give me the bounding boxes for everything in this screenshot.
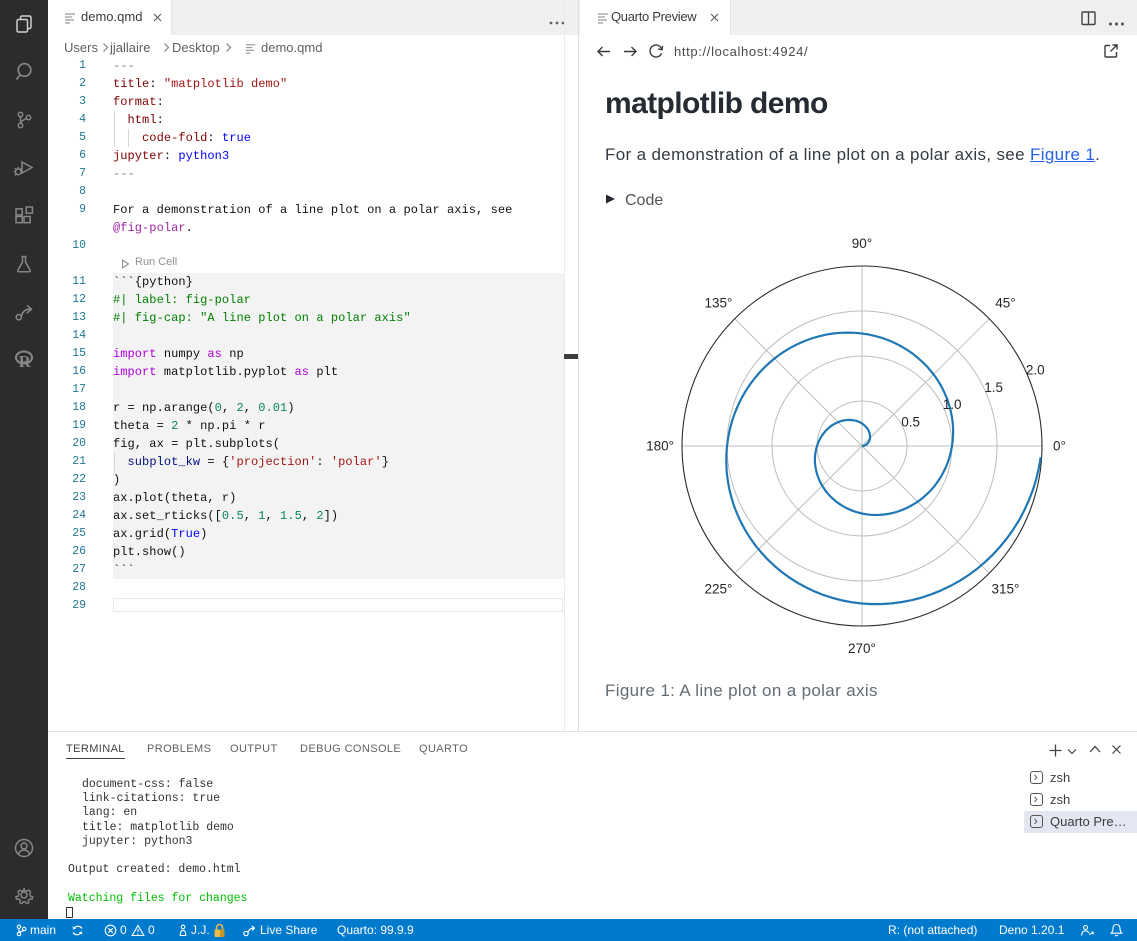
- svg-text:R: R: [19, 352, 32, 371]
- svg-text:315°: 315°: [992, 582, 1020, 597]
- svg-text:0°: 0°: [1053, 439, 1066, 454]
- svg-text:45°: 45°: [995, 296, 1015, 311]
- svg-text:225°: 225°: [705, 582, 733, 597]
- svg-text:90°: 90°: [852, 236, 872, 251]
- svg-text:2.0: 2.0: [1026, 363, 1045, 378]
- svg-text:270°: 270°: [848, 641, 876, 653]
- svg-text:1.5: 1.5: [984, 380, 1003, 395]
- svg-text:0.5: 0.5: [901, 414, 920, 429]
- svg-text:180°: 180°: [646, 439, 674, 454]
- svg-text:1.0: 1.0: [943, 397, 962, 412]
- svg-text:135°: 135°: [705, 296, 733, 311]
